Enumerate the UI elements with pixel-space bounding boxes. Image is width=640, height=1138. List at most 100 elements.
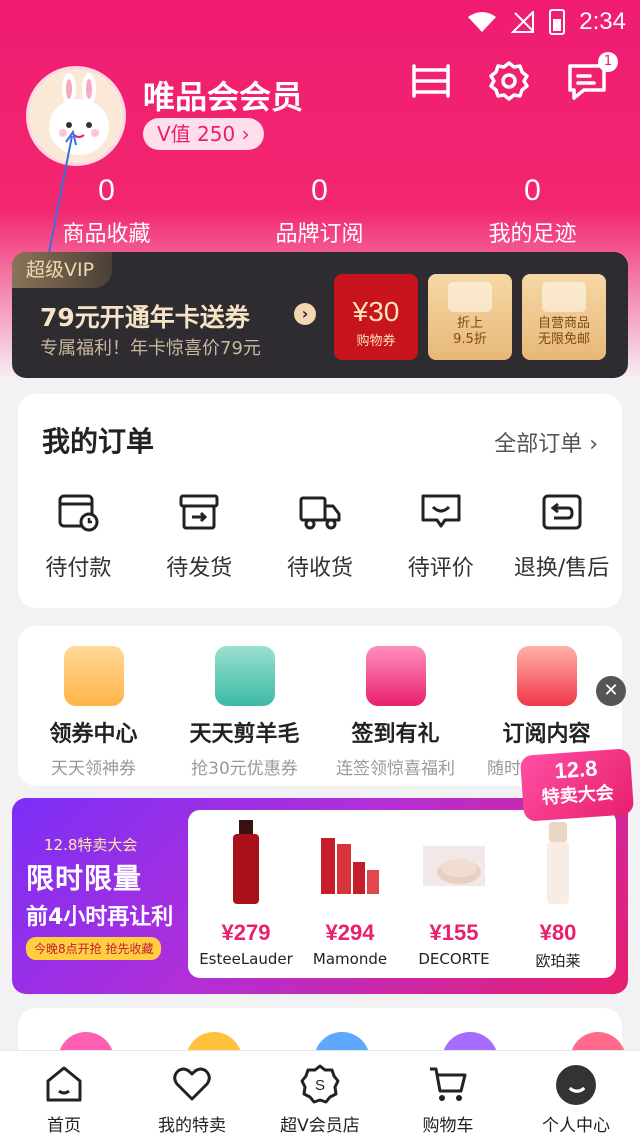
- v-value-badge[interactable]: V值 250 ›: [143, 118, 264, 150]
- sale-event-badge[interactable]: 12.8 特卖大会: [519, 748, 635, 822]
- coupon-center-icon: [63, 646, 124, 706]
- skincare-set-icon: [321, 838, 379, 894]
- coupon-line2: 无限免邮: [537, 332, 590, 347]
- coupon-discount[interactable]: 折上 9.5折: [428, 274, 512, 360]
- sheep-icon: [214, 646, 275, 706]
- stat-footprints[interactable]: 0 我的足迹: [426, 170, 639, 248]
- coupon-line1: 折上: [456, 316, 483, 331]
- promo-products: ¥279 EsteeLauder ¥294 Mamonde ¥155 DECOR…: [188, 810, 616, 978]
- order-label: 退换/售后: [513, 556, 610, 581]
- battery-icon: [549, 9, 566, 35]
- order-pending-payment[interactable]: 待付款: [18, 490, 139, 582]
- order-pending-review[interactable]: 待评价: [380, 490, 501, 582]
- product-item[interactable]: ¥294 Mamonde: [298, 818, 402, 978]
- product-brand: DECORTE: [418, 950, 490, 968]
- nav-label: 超V会员店: [280, 1116, 360, 1136]
- service-title: 订阅内容: [502, 722, 591, 747]
- coupon-shopping-voucher[interactable]: ¥30 购物券: [334, 274, 418, 360]
- service-title: 签到有礼: [351, 722, 440, 747]
- clock: 2:34: [579, 8, 626, 35]
- settings-gear-icon[interactable]: [486, 58, 532, 104]
- product-brand: Mamonde: [312, 950, 388, 968]
- return-icon: [542, 494, 582, 530]
- gift-envelope-icon: [365, 646, 426, 706]
- order-status-row: 待付款 待发货 待收货 待评价 退换/售后: [18, 490, 622, 582]
- stat-label: 我的足迹: [488, 222, 577, 247]
- product-brand: 欧珀莱: [535, 952, 581, 970]
- promo-banner[interactable]: 12.8特卖大会 限时限量 前4小时再让利 今晚8点开抢 抢先收藏 ¥279 E…: [12, 798, 628, 994]
- cart-icon: [430, 1067, 467, 1101]
- order-pending-shipment[interactable]: 待发货: [139, 490, 260, 582]
- nav-cart[interactable]: 购物车: [384, 1051, 512, 1138]
- nav-profile[interactable]: 个人中心: [512, 1051, 640, 1138]
- nav-label: 购物车: [422, 1116, 474, 1136]
- stat-brand-subscriptions[interactable]: 0 品牌订阅: [213, 170, 426, 248]
- message-button[interactable]: 1: [564, 52, 618, 104]
- product-item[interactable]: ¥155 DECORTE: [402, 818, 506, 978]
- menu-scan-icon[interactable]: [408, 58, 454, 104]
- no-signal-icon: [511, 11, 535, 33]
- product-price: ¥80: [539, 920, 577, 945]
- vip-subtitle: 专属福利！年卡惊喜价79元: [40, 338, 261, 359]
- nav-label: 我的特卖: [158, 1116, 226, 1136]
- promo-headline: 限时限量: [26, 862, 143, 895]
- header-actions: 1: [408, 52, 618, 104]
- coupon-line1: 自营商品: [537, 316, 590, 331]
- username[interactable]: 唯品会会员: [143, 72, 303, 118]
- stat-count: 0: [98, 174, 115, 207]
- stat-count: 0: [524, 174, 541, 207]
- nav-label: 首页: [47, 1116, 81, 1136]
- order-pending-receipt[interactable]: 待收货: [260, 490, 381, 582]
- promo-event: 12.8特卖大会: [44, 836, 138, 854]
- svg-text:S: S: [315, 1077, 325, 1094]
- promo-line2: 前4小时再让利: [26, 905, 174, 930]
- vip-store-icon: S: [300, 1064, 340, 1104]
- product-item[interactable]: ¥279 EsteeLauder: [194, 818, 298, 978]
- vip-go-icon: ›: [294, 303, 316, 325]
- coupon-free-shipping[interactable]: 自营商品 无限免邮: [522, 274, 606, 360]
- service-title: 领券中心: [49, 722, 138, 747]
- service-subtitle: 天天领神券: [51, 759, 136, 779]
- wifi-icon: [468, 12, 497, 32]
- promo-cta[interactable]: 今晚8点开抢 抢先收藏: [26, 937, 162, 960]
- close-icon[interactable]: ✕: [596, 676, 626, 706]
- service-coupon-center[interactable]: 领券中心 天天领神券: [18, 646, 169, 779]
- product-price: ¥294: [325, 920, 375, 945]
- powder-compact-icon: [423, 846, 485, 886]
- promo-left: 12.8特卖大会 限时限量 前4小时再让利 今晚8点开抢 抢先收藏: [26, 834, 186, 960]
- vip-tag: 超级VIP: [12, 252, 113, 288]
- nav-vip-store[interactable]: S 超V会员店: [256, 1051, 384, 1138]
- super-vip-card[interactable]: 超级VIP 79元开通年卡送券 › 专属福利！年卡惊喜价79元 ¥30 购物券 …: [12, 252, 628, 378]
- shipping-box-icon: [542, 282, 586, 312]
- orders-card: 我的订单 全部订单 › 待付款 待发货 待收货 待评价 退换/售后: [18, 394, 622, 608]
- nav-my-sales[interactable]: 我的特卖: [128, 1051, 256, 1138]
- product-price: ¥155: [429, 920, 479, 945]
- coupon-label: 购物券: [356, 334, 396, 349]
- product-item[interactable]: ¥80 欧珀莱: [506, 818, 610, 978]
- product-price: ¥279: [221, 920, 271, 945]
- service-title: 天天剪羊毛: [189, 722, 300, 747]
- nav-label: 个人中心: [542, 1116, 610, 1136]
- comment-icon: [421, 494, 461, 528]
- service-subtitle: 抢30元优惠券: [191, 759, 298, 779]
- orders-title: 我的订单: [42, 425, 155, 458]
- all-orders-link[interactable]: 全部订单 ›: [494, 426, 598, 458]
- message-count-badge: 1: [598, 52, 618, 72]
- stat-count: 0: [311, 174, 328, 207]
- truck-icon: [299, 496, 341, 530]
- service-daily-deals[interactable]: 天天剪羊毛 抢30元优惠券: [169, 646, 320, 779]
- product-brand: EsteeLauder: [199, 950, 293, 968]
- stat-favorites[interactable]: 0 商品收藏: [0, 170, 213, 248]
- home-icon: [46, 1066, 82, 1102]
- stats-row: 0 商品收藏 0 品牌订阅 0 我的足迹: [0, 170, 640, 248]
- foundation-bottle-icon: [547, 822, 569, 904]
- subscription-icon: [516, 646, 577, 706]
- service-check-in[interactable]: 签到有礼 连签领惊喜福利: [320, 646, 471, 779]
- order-label: 待付款: [45, 556, 112, 581]
- serum-bottle-icon: [233, 820, 259, 904]
- order-label: 待发货: [166, 556, 233, 581]
- status-bar: 2:34: [0, 0, 640, 44]
- nav-home[interactable]: 首页: [0, 1051, 128, 1138]
- order-after-sales[interactable]: 退换/售后: [501, 490, 622, 582]
- coupon-value: ¥30: [352, 296, 400, 327]
